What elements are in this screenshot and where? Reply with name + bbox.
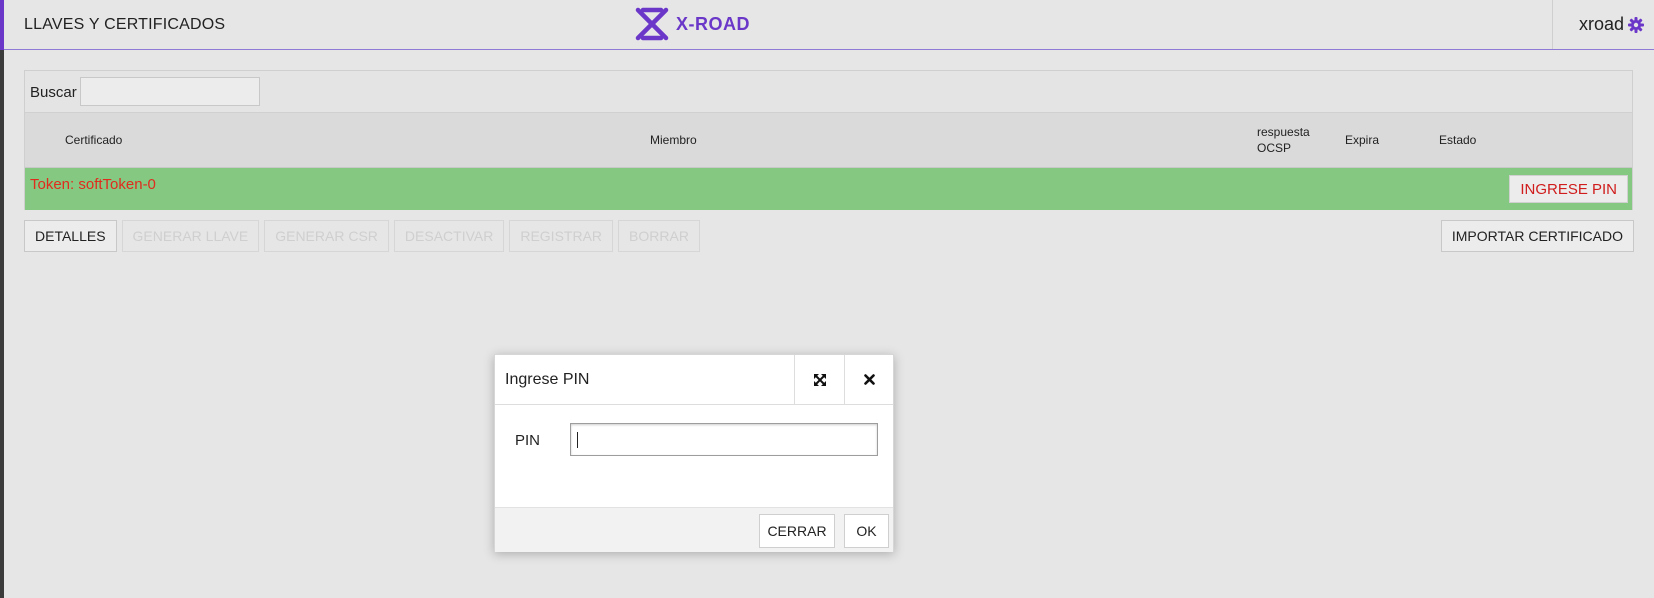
maximize-button[interactable]	[794, 355, 844, 404]
dialog-title: Ingrese PIN	[505, 371, 590, 388]
pin-label: PIN	[515, 432, 541, 449]
close-icon	[864, 374, 875, 385]
column-expira[interactable]: Expira	[1345, 132, 1379, 148]
column-certificado[interactable]: Certificado	[65, 132, 122, 148]
token-row[interactable]: Token: softToken-0 INGRESE PIN	[25, 168, 1632, 210]
delete-button[interactable]: BORRAR	[618, 220, 700, 252]
search-label: Buscar	[30, 84, 77, 101]
action-buttons: DETALLES GENERAR LLAVE GENERAR CSR DESAC…	[24, 220, 700, 252]
search-input[interactable]	[80, 77, 260, 106]
text-caret	[577, 432, 578, 448]
dialog-header: Ingrese PIN	[495, 355, 893, 405]
register-button[interactable]: REGISTRAR	[509, 220, 614, 252]
dialog-footer: CERRAR OK	[495, 507, 893, 552]
enter-pin-dialog: Ingrese PIN PIN CERRAR OK	[494, 354, 894, 552]
x-road-logo: X-ROAD	[634, 6, 750, 42]
keys-certificates-panel: Buscar Certificado Miembro respuesta OCS…	[24, 70, 1633, 210]
page-title: LLAVES Y CERTIFICADOS	[24, 16, 226, 33]
username: xroad	[1578, 14, 1624, 34]
gear-icon[interactable]	[1628, 16, 1644, 33]
generate-key-button[interactable]: GENERAR LLAVE	[121, 220, 260, 252]
details-button[interactable]: DETALLES	[24, 220, 117, 252]
close-dialog-button[interactable]	[844, 355, 894, 404]
deactivate-button[interactable]: DESACTIVAR	[393, 220, 505, 252]
generate-csr-button[interactable]: GENERAR CSR	[264, 220, 389, 252]
search-row: Buscar	[25, 71, 1632, 113]
logo-text: X-ROAD	[676, 13, 750, 34]
import-certificate-button[interactable]: IMPORTAR CERTIFICADO	[1440, 220, 1634, 252]
top-bar: LLAVES Y CERTIFICADOS X-ROAD xroad	[4, 0, 1654, 50]
table-header: Certificado Miembro respuesta OCSP Expir…	[25, 113, 1632, 168]
column-miembro[interactable]: Miembro	[650, 132, 697, 148]
column-respuesta-ocsp[interactable]: respuesta OCSP	[1257, 124, 1321, 156]
enter-pin-button[interactable]: INGRESE PIN	[1509, 175, 1628, 203]
left-accent-bar	[0, 0, 4, 598]
ok-button[interactable]: OK	[844, 514, 889, 548]
token-label: Token: softToken-0	[30, 176, 156, 193]
column-estado[interactable]: Estado	[1439, 132, 1476, 148]
x-road-logo-icon	[635, 7, 669, 41]
user-menu[interactable]: xroad	[1552, 0, 1654, 49]
maximize-icon	[813, 373, 826, 386]
pin-input[interactable]	[570, 423, 878, 456]
cancel-button[interactable]: CERRAR	[759, 514, 835, 548]
